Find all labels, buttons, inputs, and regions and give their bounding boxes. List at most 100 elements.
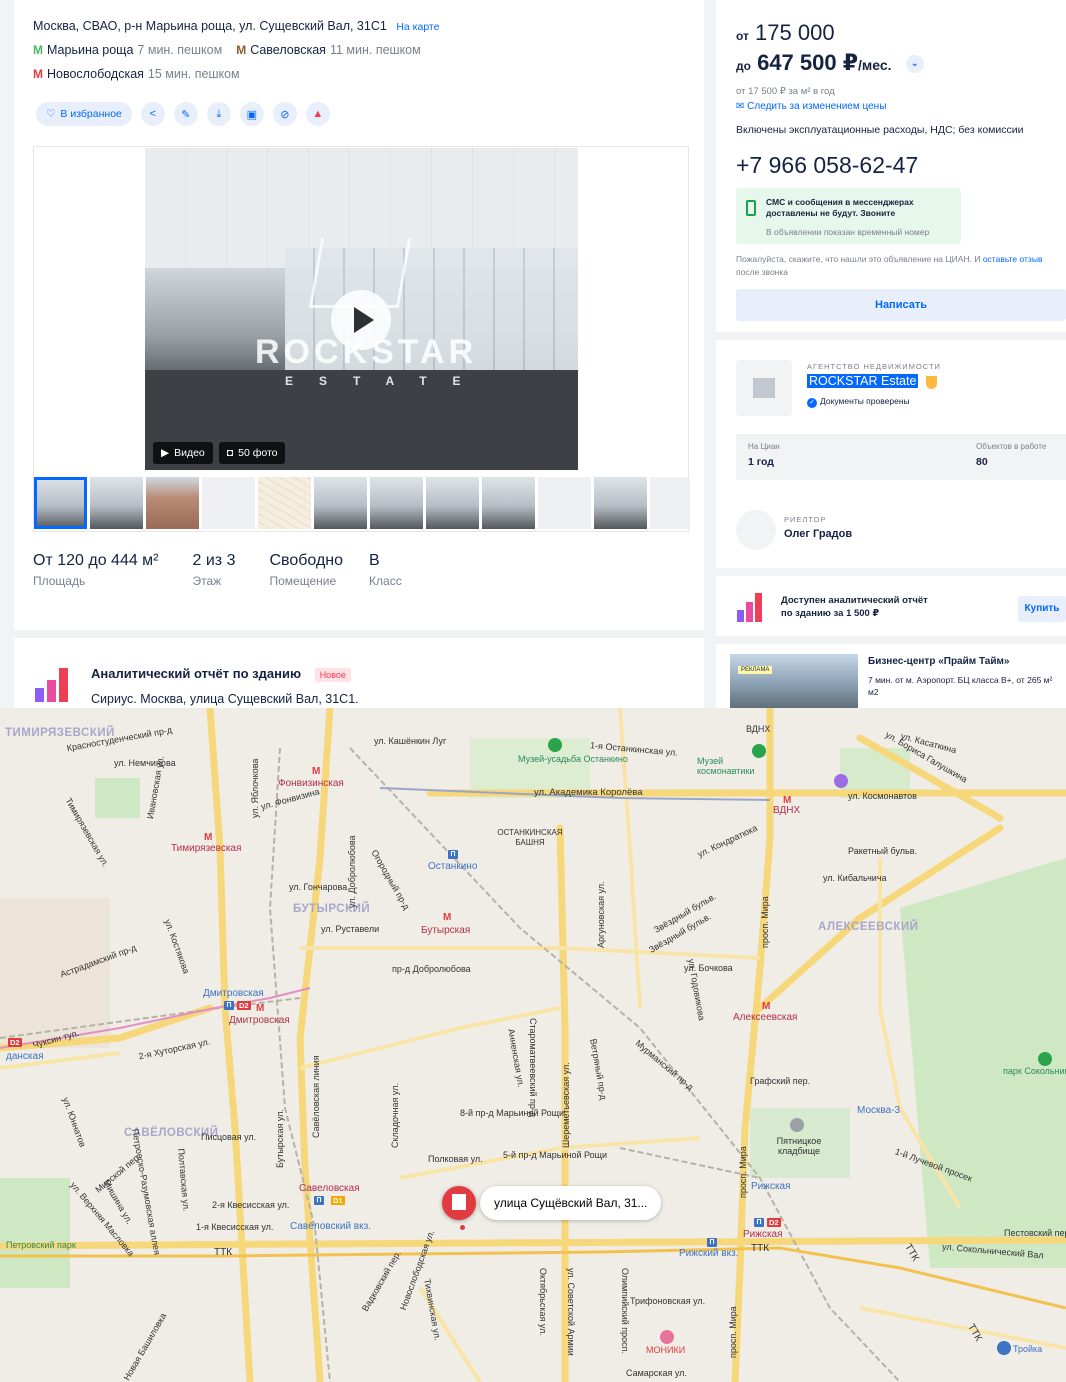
agency-type: АГЕНТСТВО НЕДВИЖИМОСТИ [807,362,941,371]
chevron-down-icon[interactable]: ⌄ [905,55,924,74]
analytics-line: по зданию за 1 500 ₽ [781,608,880,619]
ad-subtitle-line: м2 [868,687,879,697]
heart-icon: ♡ [46,108,56,120]
fact-premises: Свободно Помещение [269,552,343,588]
thumbnail[interactable] [314,477,367,529]
play-icon[interactable] [331,290,391,350]
rail-station-icon: П [448,850,458,859]
poi-label[interactable]: МОНИКИ [646,1345,685,1355]
metro-station-label[interactable]: Дмитровская [229,1016,290,1026]
thumbnail[interactable] [594,477,647,529]
metro-name[interactable]: Савеловская [250,43,326,57]
leave-link[interactable]: оставьте [983,254,1017,264]
sms-note: В объявлении показан временный номер [766,227,930,237]
poi-label[interactable]: ОСТАНКИНСКАЯ БАШНЯ [493,828,567,848]
poi-label[interactable]: ВДНХ [746,724,770,734]
poi-label[interactable]: Тройка [1013,1344,1042,1354]
follow-price-link[interactable]: ✉ Следить за изменением цены [736,101,886,112]
thumbnail[interactable] [538,477,591,529]
metro-station-label[interactable]: Рижская [743,1230,783,1240]
thumbnail[interactable] [650,477,690,529]
photos-button[interactable]: ◘ 50 фото [218,442,286,464]
metro-row-1: М Марьина роща 7 мин. пешком М Савеловск… [33,43,421,57]
street-label: ул. Космонавтов [848,791,917,801]
thumbnail-strip [34,477,690,529]
metro-station-label[interactable]: Тимирязевская [171,844,241,854]
shield-icon [926,376,937,389]
metro-name[interactable]: Марьина роща [47,43,133,57]
metro-station-label[interactable]: Савеловская [299,1184,360,1194]
metro-station-icon: М [783,795,792,806]
analytics-card: Доступен аналитический отчёт по зданию з… [716,576,1066,636]
pin-label[interactable]: улица Сущёвский Вал, 31... [480,1186,662,1220]
poi-label[interactable]: парк Сокольники [1003,1066,1066,1076]
thumbnail[interactable] [202,477,255,529]
report-icon[interactable]: ▲ [305,102,330,126]
realtor-avatar[interactable] [736,510,776,550]
stat-value: 80 [976,456,988,468]
print-icon[interactable]: ▣ [239,102,264,126]
park-icon [1038,1052,1052,1066]
poi-label[interactable]: Пятницкое кладбище [768,1136,830,1156]
ad-image[interactable]: РЕКЛАМА [730,654,858,708]
metro-name[interactable]: Новослободская [47,67,144,81]
download-icon[interactable]: ⤓ [206,102,231,126]
video-button[interactable]: ▶ Видео [153,442,213,464]
analytics-text: Доступен аналитический отчёт по зданию з… [781,594,928,620]
ask-text: Пожалуйста, скажите, что нашли это объяв… [736,253,1061,279]
rail-station-label[interactable]: Рижская [751,1182,791,1192]
hide-icon[interactable]: ⊘ [272,102,297,126]
location-pin-icon[interactable] [442,1186,476,1220]
thumbnail[interactable] [146,477,199,529]
share-icon[interactable]: < [140,102,165,126]
fact-label: Этаж [192,574,222,588]
favorite-button[interactable]: ♡ В избранное [36,102,132,126]
thumbnail[interactable] [90,477,143,529]
rail-station-label[interactable]: Рижский вкз. [679,1249,738,1259]
map[interactable]: ТИМИРЯЗЕВСКИЙ БУТЫРСКИЙ АЛЕКСЕЕВСКИЙ САВ… [0,708,1066,1382]
thumbnail[interactable] [370,477,423,529]
thumbnail[interactable] [482,477,535,529]
poi-label[interactable]: Музей космонавтики [697,756,767,776]
agency-name[interactable]: ROCKSTAR Estate [807,374,919,388]
analytics-report-banner[interactable]: Аналитический отчёт по зданию Новое Сири… [33,662,683,708]
media-bar: ▶ Видео ◘ 50 фото [153,442,286,464]
fact-label: Класс [369,574,402,588]
street-label: ул. Кибальчича [823,873,887,883]
video-preview[interactable]: ROCKSTAR ESTATE ▶ Видео ◘ 50 фото [145,148,578,470]
thumbnail[interactable] [426,477,479,529]
poi-label[interactable]: Музей-усадьба Останкино [518,754,628,764]
metro-station-label[interactable]: Бутырская [421,926,470,936]
analytics-chart-icon [35,668,68,702]
video-label: Видео [174,447,205,459]
rail-station-label[interactable]: Москва-3 [857,1106,900,1116]
photo-gallery: ROCKSTAR ESTATE ▶ Видео ◘ 50 фото [33,146,690,532]
rail-station-label[interactable]: Останкино [428,862,477,872]
thumbnail[interactable] [258,477,311,529]
review-link[interactable]: отзыв [1020,254,1043,264]
museum-icon [752,744,766,758]
phone-number[interactable]: +7 966 058-62-47 [736,152,918,179]
street-label: Олимпийский просп. [620,1268,630,1355]
street-label: Бутырская ул. [275,1109,285,1168]
ad-title[interactable]: Бизнес-центр «Прайм Тайм» [868,656,1009,667]
agency-card: АГЕНТСТВО НЕДВИЖИМОСТИ ROCKSTAR Estate ✓… [716,340,1066,568]
metro-station-label[interactable]: ВДНХ [773,806,800,816]
thumbnail[interactable] [34,477,87,529]
rail-station-label: данская [6,1051,44,1062]
realtor-name[interactable]: Олег Градов [784,528,852,540]
rail-station-label[interactable]: Дмитровская [203,989,264,999]
on-map-link[interactable]: На карте [396,21,439,33]
write-button[interactable]: Написать [736,289,1066,321]
street-label: 5-й пр-д Марьиной Рощи [503,1150,608,1160]
buy-button[interactable]: Купить [1018,596,1066,622]
ad-card[interactable]: РЕКЛАМА Бизнес-центр «Прайм Тайм» 7 мин.… [716,644,1066,708]
edit-icon[interactable]: ✎ [173,102,198,126]
rail-station-label[interactable]: Савёловский вкз. [290,1222,371,1232]
metro-station-label[interactable]: Алексеевская [733,1013,797,1023]
poi-label[interactable]: Петровский парк [6,1240,76,1250]
district-label: БУТЫРСКИЙ [293,903,371,915]
agency-logo-icon[interactable] [736,360,792,416]
fact-label: Площадь [33,574,86,588]
street-label: ул. Кашёнкин Луг [374,736,447,746]
